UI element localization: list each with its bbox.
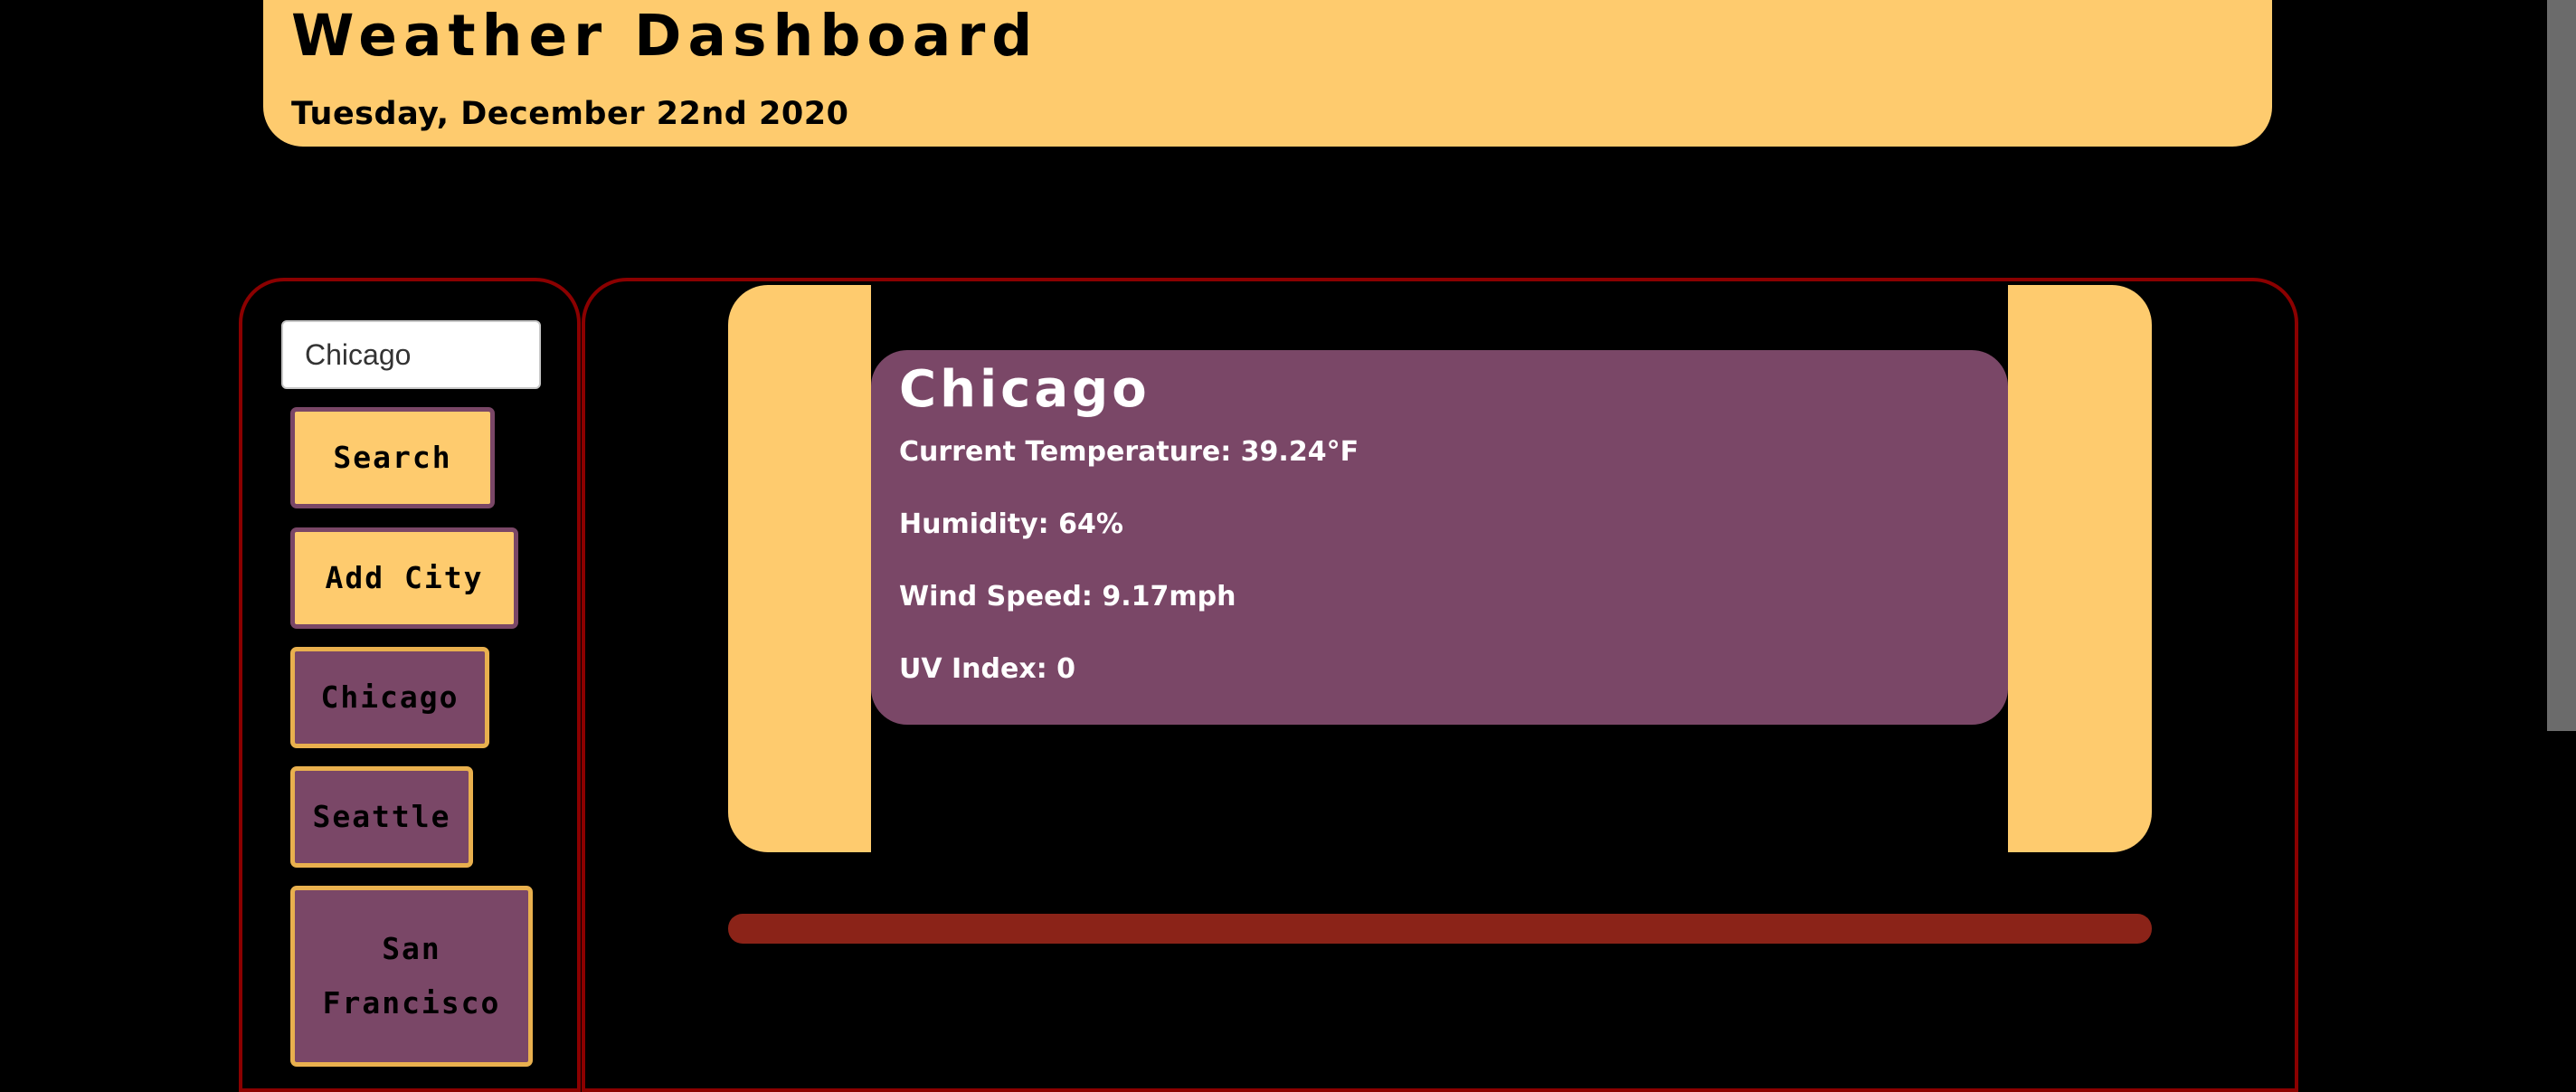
page-title: Weather Dashboard xyxy=(291,3,1039,69)
city-name: Chicago xyxy=(899,360,1151,419)
wind-speed-text: Wind Speed: 9.17mph xyxy=(899,581,1236,612)
scrollbar-thumb[interactable] xyxy=(2547,0,2576,731)
sidebar: Search Add City Chicago Seattle San Fran… xyxy=(239,278,581,1092)
city-button-seattle[interactable]: Seattle xyxy=(290,766,473,868)
header-banner: Weather Dashboard Tuesday, December 22nd… xyxy=(263,0,2272,147)
current-weather-frame: Chicago Current Temperature: 39.24°F Hum… xyxy=(728,285,2152,852)
search-input[interactable] xyxy=(281,320,541,389)
temperature-text: Current Temperature: 39.24°F xyxy=(899,436,1359,468)
uv-index-text: UV Index: 0 xyxy=(899,653,1076,685)
city-button-san-francisco[interactable]: San Francisco xyxy=(290,886,533,1067)
search-button[interactable]: Search xyxy=(290,407,495,508)
humidity-text: Humidity: 64% xyxy=(899,508,1123,540)
main-panel: Chicago Current Temperature: 39.24°F Hum… xyxy=(582,278,2298,1092)
city-button-chicago[interactable]: Chicago xyxy=(290,647,489,748)
forecast-divider-bar xyxy=(728,914,2152,944)
add-city-button[interactable]: Add City xyxy=(290,527,518,629)
current-date: Tuesday, December 22nd 2020 xyxy=(291,96,849,132)
current-weather-card: Chicago Current Temperature: 39.24°F Hum… xyxy=(871,350,2008,725)
